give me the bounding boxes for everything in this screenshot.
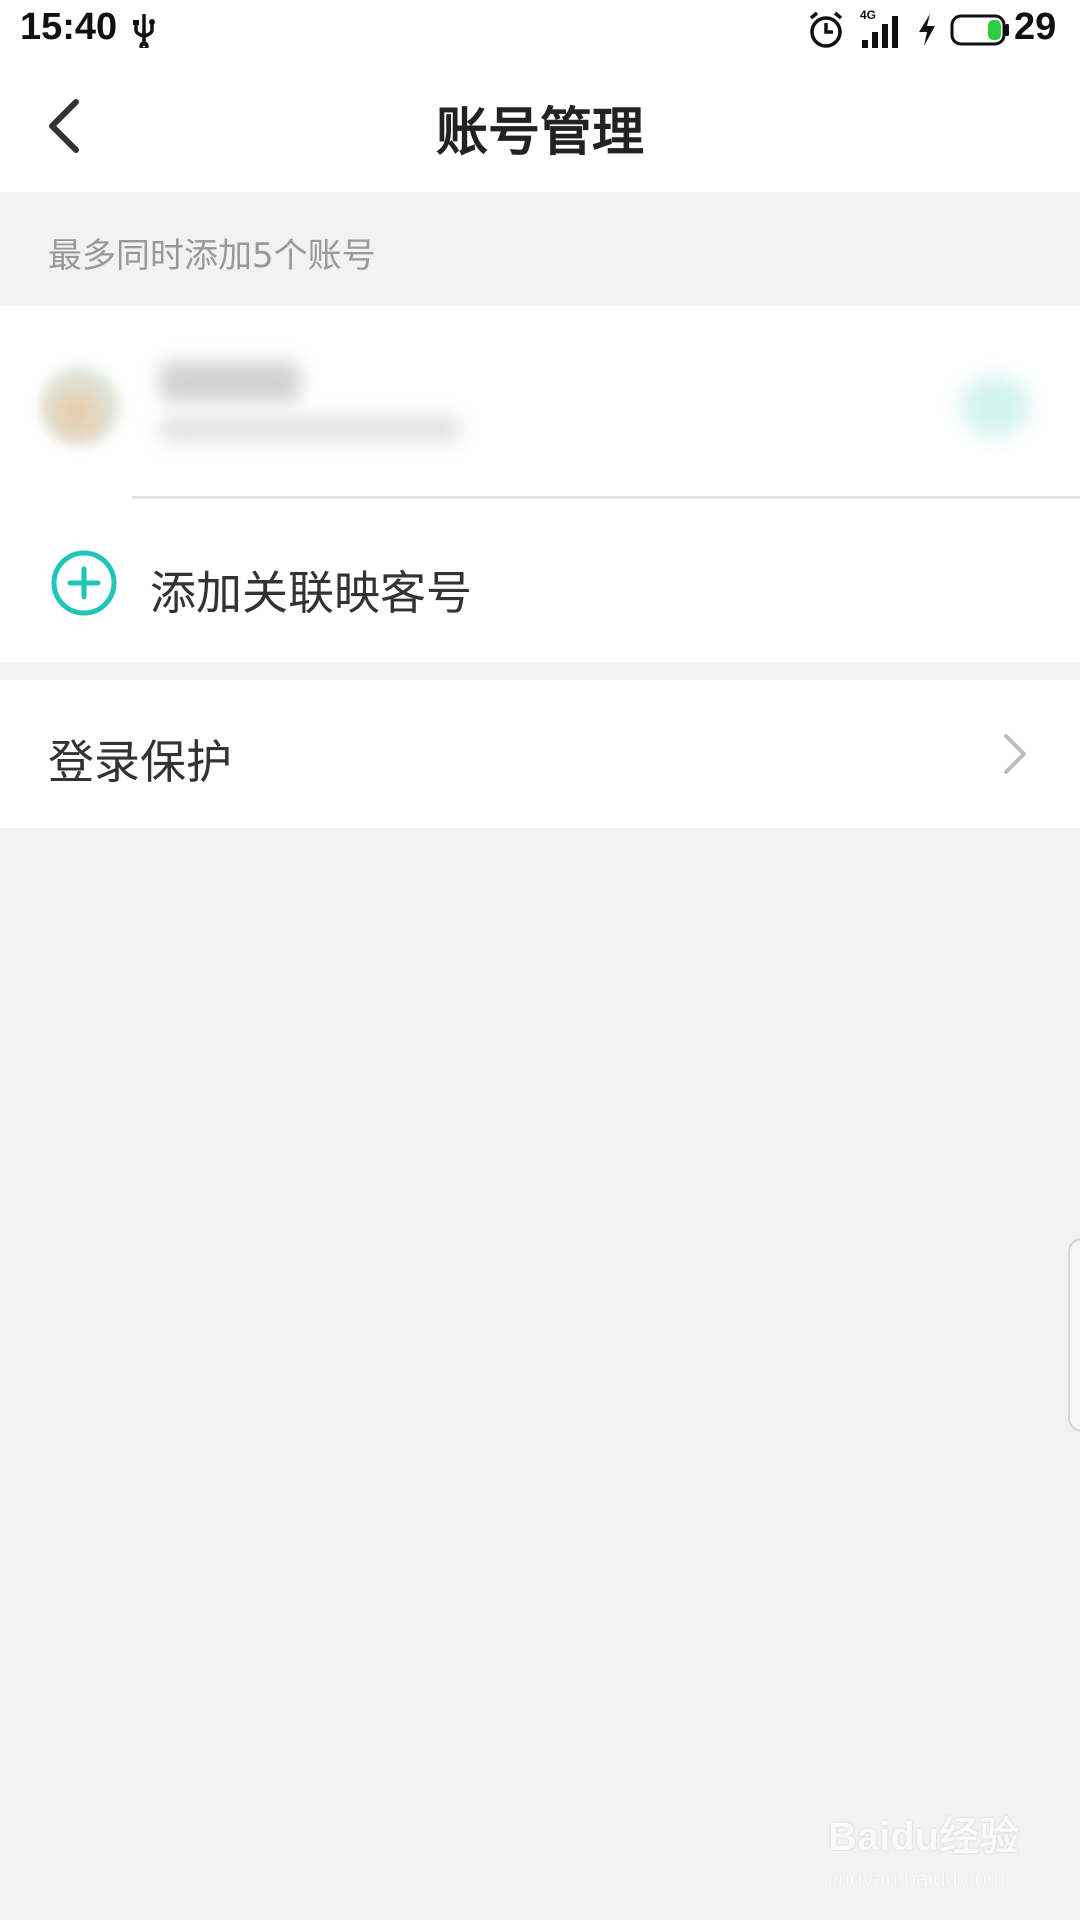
add-account-button[interactable]: 添加关联映客号: [0, 499, 1080, 662]
status-bar: 15:40 4G 29: [0, 0, 1080, 60]
edge-drag-handle[interactable]: [1068, 1238, 1080, 1432]
charging-bolt-icon: [919, 14, 935, 46]
account-row[interactable]: [0, 306, 1080, 496]
battery-level: 29: [1014, 6, 1057, 48]
usb-icon: [133, 14, 155, 48]
nav-header: 账号管理: [0, 60, 1080, 192]
status-time: 15:40: [20, 6, 118, 48]
battery-icon: [950, 14, 1009, 46]
alarm-icon: [809, 11, 843, 48]
avatar: [40, 366, 120, 446]
account-name-blurred: [160, 362, 300, 402]
plus-circle-icon: [51, 550, 117, 616]
hint-text: 最多同时添加5个账号: [48, 236, 376, 276]
signal-icon: [862, 16, 898, 48]
watermark-logo: Baidu经验: [828, 1815, 1020, 1859]
login-protection-label: 登录保护: [48, 735, 232, 789]
watermark: Baidu经验 jingyan.baidu.com: [828, 1804, 1028, 1904]
account-id-blurred: [160, 416, 460, 442]
watermark-url: jingyan.baidu.com: [828, 1866, 1006, 1891]
login-protection-item[interactable]: 登录保护: [0, 680, 1080, 828]
chevron-right-icon: [1004, 734, 1026, 774]
accounts-card: 添加关联映客号: [0, 306, 1080, 662]
current-account-check-icon: [960, 376, 1030, 436]
page-title: 账号管理: [435, 103, 644, 163]
add-account-label: 添加关联映客号: [150, 566, 472, 620]
